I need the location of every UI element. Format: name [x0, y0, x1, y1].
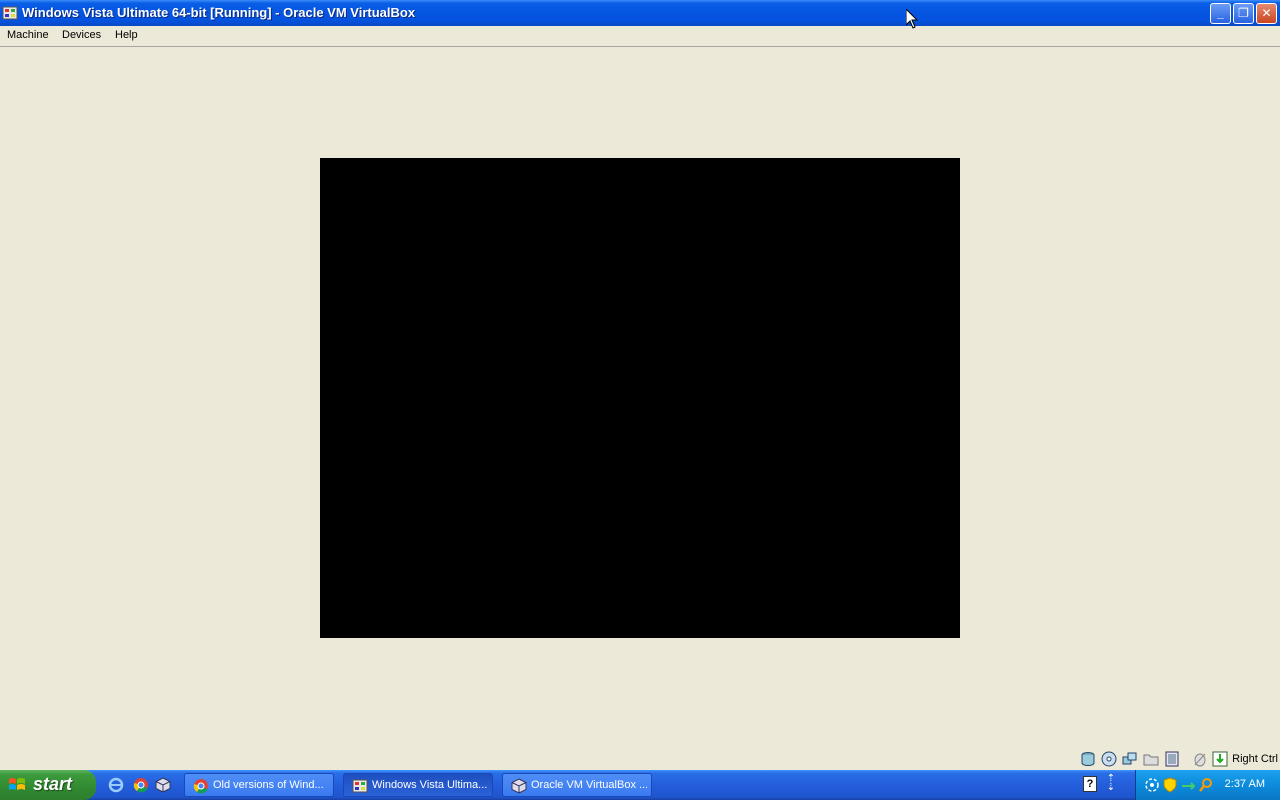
task-button-chrome[interactable]: Old versions of Wind...: [184, 773, 334, 797]
minimize-button[interactable]: _: [1210, 3, 1231, 24]
network-icon[interactable]: [1144, 777, 1160, 793]
show-hidden-icons-icon[interactable]: ⇡ ⇣: [1104, 774, 1118, 793]
ie-icon[interactable]: [108, 777, 124, 793]
restore-button[interactable]: ❐: [1233, 3, 1254, 24]
start-label: start: [33, 774, 73, 794]
clock[interactable]: 2:37 AM: [1225, 778, 1265, 790]
status-bar: Right Ctrl: [1070, 751, 1280, 769]
chrome-icon[interactable]: [133, 777, 149, 793]
host-key-label: Right Ctrl: [1232, 753, 1278, 765]
display-icon[interactable]: [1164, 751, 1180, 767]
hard-disk-icon[interactable]: [1080, 751, 1096, 767]
virtualbox-icon: [511, 778, 527, 794]
shared-folder-icon[interactable]: [1143, 751, 1159, 767]
arrow-icon[interactable]: [1180, 777, 1196, 793]
network-icon[interactable]: [1122, 751, 1138, 767]
help-icon[interactable]: ?: [1083, 776, 1097, 792]
task-button-vm-window[interactable]: Windows Vista Ultima...: [343, 773, 493, 797]
mouse-cursor-icon: [906, 9, 918, 29]
vm-window-icon: [352, 779, 368, 793]
system-tray: 2:37 AM: [1135, 770, 1280, 800]
optical-drive-icon[interactable]: [1101, 751, 1117, 767]
windows-flag-icon: [9, 778, 25, 790]
menu-machine[interactable]: Machine: [7, 29, 49, 41]
close-button[interactable]: ✕: [1256, 3, 1277, 24]
virtualbox-icon[interactable]: [155, 777, 171, 793]
search-icon[interactable]: [1198, 777, 1214, 793]
title-bar[interactable]: Windows Vista Ultimate 64-bit [Running] …: [0, 0, 1280, 26]
virtualbox-vm-icon: [2, 6, 18, 20]
start-button[interactable]: start: [0, 770, 96, 800]
security-shield-icon[interactable]: [1162, 777, 1178, 793]
vm-display[interactable]: [320, 158, 960, 638]
menu-devices[interactable]: Devices: [62, 29, 101, 41]
mouse-integration-icon[interactable]: [1192, 751, 1208, 767]
window-title: Windows Vista Ultimate 64-bit [Running] …: [22, 5, 416, 20]
task-label: Old versions of Wind...: [213, 779, 324, 791]
menu-bar: Machine Devices Help: [0, 26, 1280, 47]
menu-help[interactable]: Help: [115, 29, 138, 41]
chrome-icon: [193, 779, 208, 794]
task-label: Oracle VM VirtualBox ...: [531, 779, 647, 791]
host-key-icon[interactable]: [1212, 751, 1228, 767]
task-label: Windows Vista Ultima...: [372, 779, 488, 791]
task-button-virtualbox[interactable]: Oracle VM VirtualBox ...: [502, 773, 652, 797]
